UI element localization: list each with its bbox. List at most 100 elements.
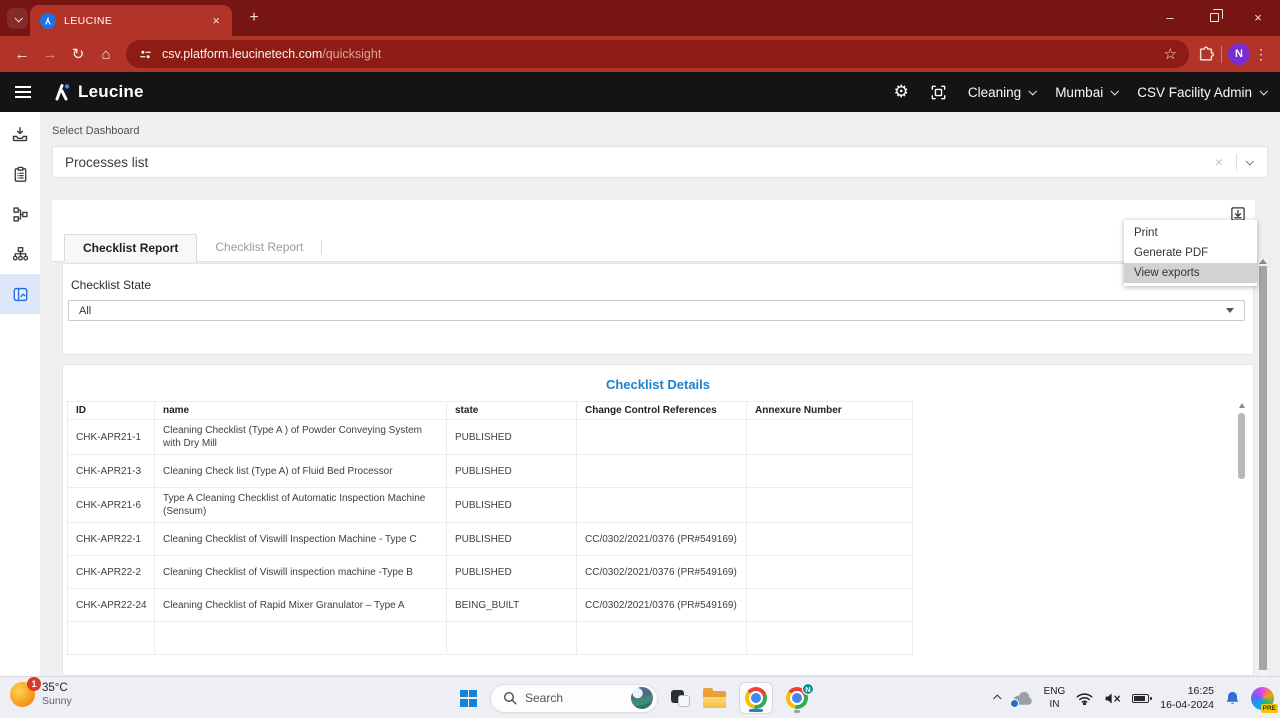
tab-checklist-report-inactive[interactable]: Checklist Report xyxy=(197,233,321,261)
role-selector[interactable]: CSV Facility Admin xyxy=(1137,85,1266,100)
site-selector[interactable]: Mumbai xyxy=(1055,85,1117,100)
dashboard-picker[interactable]: Processes list × xyxy=(52,146,1268,178)
site-info-icon[interactable] xyxy=(138,47,153,62)
hidden-icons-chevron[interactable] xyxy=(993,694,1001,702)
table-cell: CC/0302/2021/0376 (PR#549169) xyxy=(577,523,747,556)
language-indicator[interactable]: ENG IN xyxy=(1044,685,1066,711)
reload-button[interactable]: ↻ xyxy=(64,40,92,68)
info-dot xyxy=(1010,699,1019,708)
search-label: Search xyxy=(525,691,623,705)
table-row: CHK-APR21-3Cleaning Check list (Type A) … xyxy=(68,455,913,488)
menu-item-print[interactable]: Print xyxy=(1124,223,1257,243)
chrome-profile-badge: N xyxy=(802,683,814,695)
sidebar-item-inbox[interactable] xyxy=(0,114,40,154)
search-icon xyxy=(503,691,517,705)
gear-icon[interactable]: ⚙ xyxy=(894,82,909,102)
close-button[interactable]: × xyxy=(1236,0,1280,35)
start-button[interactable] xyxy=(460,690,477,707)
page-scrollbar[interactable] xyxy=(1259,258,1267,676)
notification-bell-icon[interactable] xyxy=(1225,690,1240,706)
tab-close-icon[interactable]: × xyxy=(210,13,222,28)
table-cell: PUBLISHED xyxy=(447,420,577,455)
table-row: CHK-APR21-1Cleaning Checklist (Type A ) … xyxy=(68,420,913,455)
table-scrollbar-thumb[interactable] xyxy=(1238,413,1245,479)
weather-condition: Sunny xyxy=(42,695,72,708)
table-cell xyxy=(747,488,913,523)
menu-item-view-exports[interactable]: View exports xyxy=(1124,263,1257,283)
tab-search-button[interactable] xyxy=(7,8,28,29)
checklist-state-select[interactable]: All xyxy=(68,300,1245,321)
use-case-selector[interactable]: Cleaning xyxy=(968,85,1035,100)
table-row: CHK-APR22-1Cleaning Checklist of Viswill… xyxy=(68,523,913,556)
main-content: Select Dashboard Processes list × Print … xyxy=(40,112,1280,676)
browser-menu-icon[interactable]: ⋮ xyxy=(1250,46,1272,63)
table-cell: CHK-APR21-1 xyxy=(68,420,155,455)
restore-icon xyxy=(1210,13,1219,22)
volume-muted-icon[interactable] xyxy=(1104,692,1121,705)
copilot-icon[interactable]: PRE xyxy=(1251,687,1274,710)
onedrive-icon[interactable] xyxy=(1012,691,1033,706)
table-cell: PUBLISHED xyxy=(447,523,577,556)
table-scrollbar[interactable] xyxy=(1238,403,1245,671)
tab-checklist-report-active[interactable]: Checklist Report xyxy=(64,234,197,262)
table-cell xyxy=(577,622,747,655)
profile-avatar[interactable]: N xyxy=(1228,43,1250,65)
new-tab-button[interactable]: + xyxy=(243,7,265,29)
browser-toolbar: ← → ↻ ⌂ csv.platform.leucinetech.com/qui… xyxy=(0,36,1280,72)
chrome-taskbar-profile[interactable]: N xyxy=(786,687,808,709)
scroll-up-arrow[interactable] xyxy=(1239,403,1245,408)
chevron-down-icon xyxy=(1029,87,1037,95)
dashboard-embed: Print Generate PDF View exports Checklis… xyxy=(52,200,1255,676)
scan-icon[interactable] xyxy=(929,83,948,102)
table-header-row: IDnamestateChange Control ReferencesAnne… xyxy=(68,402,913,420)
table-cell: Cleaning Checklist of Viswill inspection… xyxy=(155,556,447,589)
taskbar-search[interactable]: Search xyxy=(490,684,658,713)
windows-taskbar: 1 35°C Sunny Search N xyxy=(0,676,1280,718)
table-column-header: ID xyxy=(68,402,155,420)
task-view-button[interactable] xyxy=(671,690,690,707)
sidebar-item-workflows[interactable] xyxy=(0,194,40,234)
tab-divider xyxy=(321,240,322,255)
table-cell: CHK-APR21-6 xyxy=(68,488,155,523)
weather-widget[interactable]: 1 35°C Sunny xyxy=(10,681,72,709)
forward-button[interactable]: → xyxy=(36,40,64,68)
chevron-down-icon xyxy=(1111,87,1119,95)
battery-icon[interactable] xyxy=(1132,694,1149,703)
table-cell: CC/0302/2021/0376 (PR#549169) xyxy=(577,556,747,589)
sidebar-item-ontology[interactable] xyxy=(0,234,40,274)
extensions-icon[interactable] xyxy=(1197,45,1215,63)
language-line2: IN xyxy=(1049,699,1059,710)
tab-title: LEUCINE xyxy=(64,15,202,27)
table-cell: Cleaning Checklist (Type A ) of Powder C… xyxy=(155,420,447,455)
address-bar[interactable]: csv.platform.leucinetech.com/quicksight … xyxy=(126,40,1189,68)
sidebar-item-checklists[interactable] xyxy=(0,154,40,194)
clock[interactable]: 16:25 16-04-2024 xyxy=(1160,684,1214,712)
chevron-down-icon xyxy=(1259,87,1267,95)
clear-selection-icon[interactable]: × xyxy=(1211,154,1227,170)
bookmark-star-icon[interactable]: ☆ xyxy=(1164,45,1177,63)
table-title: Checklist Details xyxy=(63,377,1253,392)
minimize-button[interactable]: – xyxy=(1148,0,1192,35)
browser-tab[interactable]: LEUCINE × xyxy=(30,5,232,36)
home-button[interactable]: ⌂ xyxy=(92,40,120,68)
hamburger-menu-icon[interactable] xyxy=(15,86,31,98)
filter-value: All xyxy=(79,305,91,317)
table-row xyxy=(68,622,913,655)
sidebar-item-reports[interactable] xyxy=(0,274,40,314)
page-scrollbar-thumb[interactable] xyxy=(1259,266,1267,670)
table-cell xyxy=(577,488,747,523)
table-cell: PUBLISHED xyxy=(447,455,577,488)
window-controls: – × xyxy=(1148,0,1280,35)
wifi-icon[interactable] xyxy=(1076,692,1093,705)
file-explorer-icon[interactable] xyxy=(703,691,726,708)
table-column-header: name xyxy=(155,402,447,420)
chevron-down-icon[interactable] xyxy=(1245,157,1253,165)
table-cell xyxy=(747,622,913,655)
restore-button[interactable] xyxy=(1192,0,1236,35)
back-button[interactable]: ← xyxy=(8,40,36,68)
menu-item-generate-pdf[interactable]: Generate PDF xyxy=(1124,243,1257,263)
search-highlight-image xyxy=(631,687,653,709)
scroll-up-arrow[interactable] xyxy=(1259,259,1267,264)
chrome-taskbar-active[interactable] xyxy=(739,682,773,714)
copilot-pre-badge: PRE xyxy=(1261,704,1278,713)
